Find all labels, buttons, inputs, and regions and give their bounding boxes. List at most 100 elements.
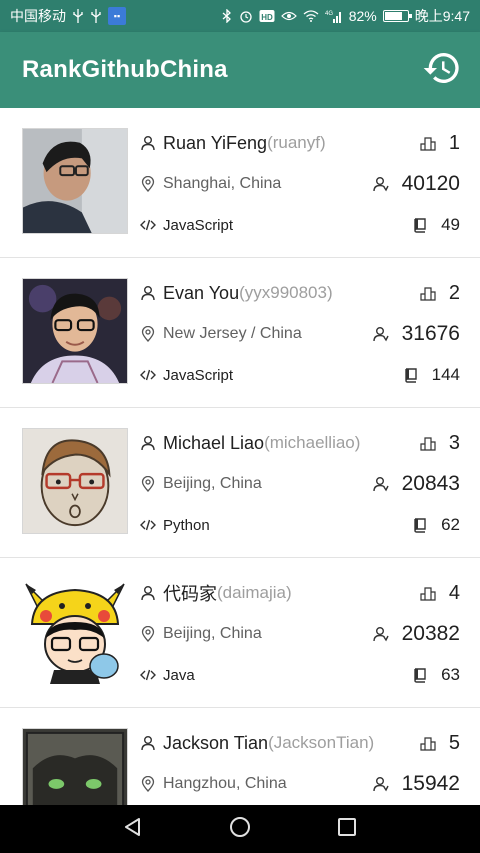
user-avatar — [22, 428, 128, 534]
home-circle-icon — [228, 815, 252, 844]
user-avatar — [22, 728, 128, 805]
home-button[interactable] — [220, 809, 260, 849]
user-login: (ruanyf) — [267, 133, 326, 152]
repo-count: 49 — [441, 215, 460, 234]
usb-icon — [72, 8, 84, 24]
user-name: Ruan YiFeng — [163, 132, 268, 153]
user-name-row: Ruan YiFeng (ruanyf) 1 — [140, 128, 460, 158]
user-login: (michaelliao) — [264, 433, 361, 452]
user-ranking-list[interactable]: Ruan YiFeng (ruanyf) 1 Shanghai, China 4… — [0, 108, 480, 805]
person-icon — [140, 285, 156, 301]
followers-icon — [372, 776, 389, 792]
user-avatar — [22, 278, 128, 384]
status-bar-left: 中国移动 ▪▪ — [10, 6, 126, 26]
rank-podium-icon — [420, 435, 436, 451]
user-avatar — [22, 128, 128, 234]
location-pin-icon — [140, 326, 156, 342]
user-language: Java — [163, 666, 195, 684]
code-icon — [140, 517, 156, 533]
rank-podium-icon — [420, 285, 436, 301]
person-icon — [140, 735, 156, 751]
user-card[interactable]: Evan You (yyx990803) 2 New Jersey / Chin… — [0, 258, 480, 408]
app-notification-icon: ▪▪ — [108, 7, 126, 25]
usb-debug-icon — [90, 8, 102, 24]
app-title: RankGithubChina — [22, 56, 228, 83]
user-card[interactable]: Michael Liao (michaelliao) 3 Beijing, Ch… — [0, 408, 480, 558]
svg-text:HD: HD — [261, 13, 273, 22]
user-language-row: JavaScript 49 — [140, 212, 460, 238]
user-location: Beijing, China — [163, 475, 262, 492]
location-pin-icon — [140, 176, 156, 192]
followers-icon — [372, 626, 389, 642]
user-name-row: 代码家 (daimajia) 4 — [140, 578, 460, 608]
follower-count: 20382 — [401, 622, 460, 645]
person-icon — [140, 585, 156, 601]
repository-book-icon — [403, 367, 419, 383]
battery-icon — [382, 10, 412, 22]
history-icon — [422, 48, 462, 93]
person-icon — [140, 135, 156, 151]
follower-count: 15942 — [401, 772, 460, 795]
hd-icon: HD — [259, 8, 275, 24]
user-name: 代码家 — [163, 584, 217, 604]
followers-icon — [372, 176, 389, 192]
repository-book-icon — [412, 667, 428, 683]
user-location-row: New Jersey / China 31676 — [140, 320, 460, 348]
rank-number: 2 — [448, 281, 460, 304]
repository-book-icon — [412, 517, 428, 533]
user-language-row: JavaScript 144 — [140, 362, 460, 388]
carrier-label: 中国移动 — [10, 8, 66, 24]
user-card[interactable]: 代码家 (daimajia) 4 Beijing, China 20382 Ja… — [0, 558, 480, 708]
user-name-row: Michael Liao (michaelliao) 3 — [140, 428, 460, 458]
user-location: Shanghai, China — [163, 175, 282, 192]
user-location: New Jersey / China — [163, 325, 302, 342]
followers-icon — [372, 476, 389, 492]
alarm-icon — [239, 8, 253, 24]
repo-count: 62 — [441, 515, 460, 534]
user-language: JavaScript — [163, 366, 234, 384]
code-icon — [140, 217, 156, 233]
wifi-icon — [303, 8, 319, 24]
rank-number: 1 — [448, 131, 460, 154]
user-name: Evan You — [163, 282, 240, 303]
repo-count: 63 — [441, 665, 460, 684]
system-navigation-bar — [0, 805, 480, 853]
user-language-row: Python 62 — [140, 512, 460, 538]
follower-count: 40120 — [401, 172, 460, 195]
battery-percent: 82% — [348, 8, 377, 24]
user-language: JavaScript — [163, 216, 234, 234]
bluetooth-icon — [221, 8, 233, 24]
user-name-row: Evan You (yyx990803) 2 — [140, 278, 460, 308]
rank-podium-icon — [420, 135, 436, 151]
repository-book-icon — [412, 217, 428, 233]
svg-text:4G: 4G — [325, 11, 333, 17]
user-location: Hangzhou, China — [163, 775, 287, 792]
recents-button[interactable] — [327, 809, 367, 849]
user-location-row: Hangzhou, China 15942 — [140, 770, 460, 798]
rank-number: 5 — [448, 731, 460, 754]
rank-number: 3 — [448, 431, 460, 454]
back-button[interactable] — [113, 809, 153, 849]
eye-comfort-icon — [280, 8, 297, 24]
code-icon — [140, 367, 156, 383]
status-bar-right: HD 4G 82% 晚上9:47 — [221, 6, 470, 26]
app-bar: RankGithubChina — [0, 32, 480, 108]
location-pin-icon — [140, 626, 156, 642]
user-card[interactable]: Jackson Tian (JacksonTian) 5 Hangzhou, C… — [0, 708, 480, 805]
follower-count: 31676 — [401, 322, 460, 345]
cell-signal-icon: 4G — [325, 8, 343, 24]
clock-label: 晚上9:47 — [414, 8, 470, 24]
location-pin-icon — [140, 776, 156, 792]
repo-count: 144 — [431, 365, 460, 384]
user-card[interactable]: Ruan YiFeng (ruanyf) 1 Shanghai, China 4… — [0, 108, 480, 258]
user-name: Jackson Tian — [163, 732, 269, 753]
back-triangle-icon — [122, 816, 144, 843]
user-name-row: Jackson Tian (JacksonTian) 5 — [140, 728, 460, 758]
recents-square-icon — [336, 816, 358, 843]
location-pin-icon — [140, 476, 156, 492]
user-language: Python — [163, 516, 210, 534]
user-name: Michael Liao — [163, 432, 265, 453]
user-login: (yyx990803) — [239, 283, 333, 302]
user-location-row: Shanghai, China 40120 — [140, 170, 460, 198]
history-button[interactable] — [418, 46, 466, 94]
